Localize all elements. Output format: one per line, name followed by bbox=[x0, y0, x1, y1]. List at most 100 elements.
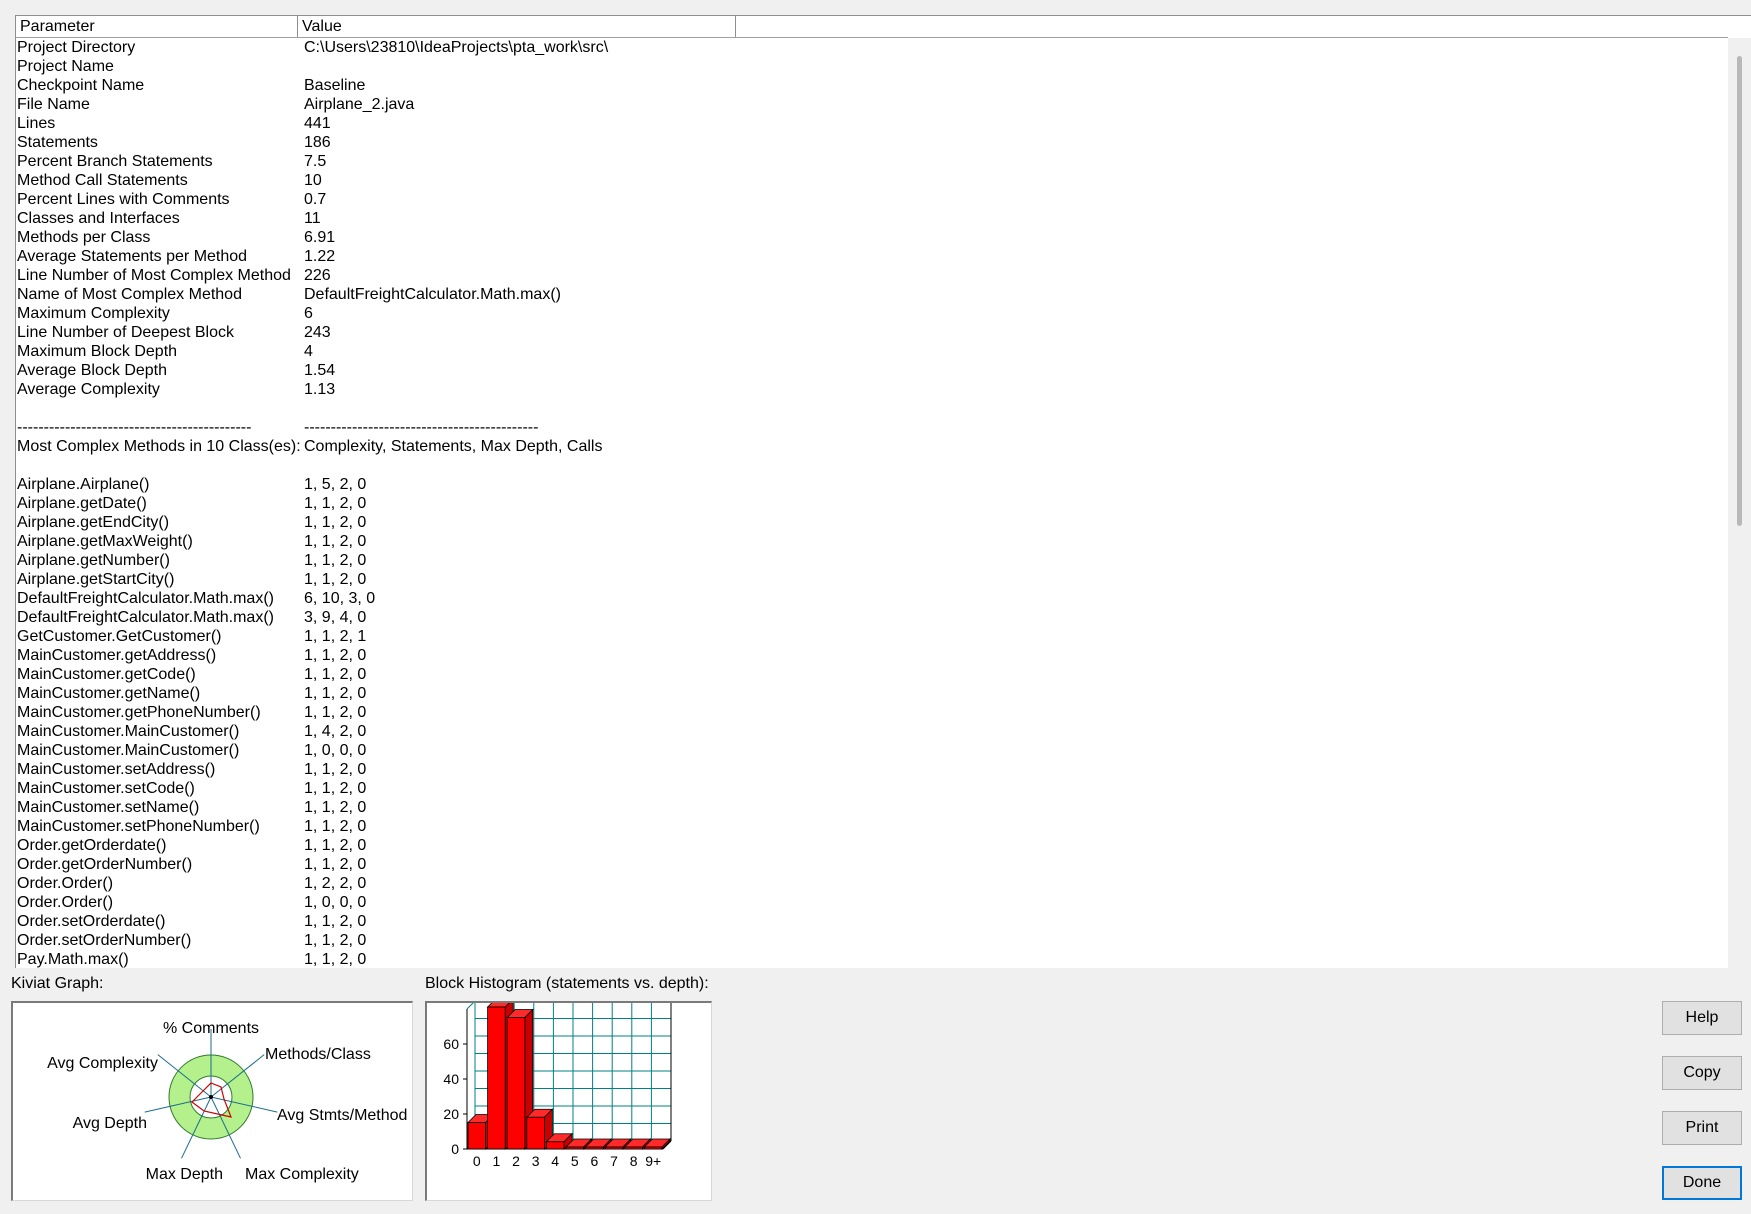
table-row[interactable]: Airplane.getNumber() 1, 1, 2, 0 bbox=[16, 551, 1728, 570]
histogram-svg: 02040600 1 2 3 4 5 6 7 8 9+ bbox=[443, 998, 672, 1169]
table-row[interactable]: Order.getOrderNumber() 1, 1, 2, 0 bbox=[16, 855, 1728, 874]
x-tick-label: 1 bbox=[493, 1153, 501, 1169]
table-row[interactable]: Order.setOrderdate() 1, 1, 2, 0 bbox=[16, 912, 1728, 931]
help-button[interactable]: Help bbox=[1662, 1001, 1742, 1035]
kiviat-axis-label: Avg Complexity bbox=[47, 1055, 158, 1072]
table-row[interactable]: Order.getOrderdate() 1, 1, 2, 0 bbox=[16, 836, 1728, 855]
table-row[interactable]: Order.setOrderNumber() 1, 1, 2, 0 bbox=[16, 931, 1728, 950]
table-row[interactable]: MainCustomer.setCode() 1, 1, 2, 0 bbox=[16, 779, 1728, 798]
table-row[interactable]: MainCustomer.getName() 1, 1, 2, 0 bbox=[16, 684, 1728, 703]
table-row[interactable]: Project Directory C:\Users\23810\IdeaProj… bbox=[16, 38, 1728, 57]
table-row[interactable]: Airplane.getStartCity() 1, 1, 2, 0 bbox=[16, 570, 1728, 589]
cell-value: 1, 1, 2, 0 bbox=[304, 666, 367, 683]
cell-parameter: Lines bbox=[17, 115, 56, 132]
cell-parameter: ----------------------------------------… bbox=[17, 419, 252, 436]
table-row[interactable]: ----------------------------------------… bbox=[16, 418, 1728, 437]
table-row[interactable]: Pay.Math.max() 1, 1, 2, 0 bbox=[16, 950, 1728, 968]
vertical-scrollbar[interactable] bbox=[1728, 38, 1751, 968]
kiviat-axis-label: Max Complexity bbox=[245, 1166, 359, 1183]
table-row[interactable]: Maximum Block Depth 4 bbox=[16, 342, 1728, 361]
kiviat-axis-label: Max Depth bbox=[146, 1166, 223, 1183]
cell-value: ----------------------------------------… bbox=[304, 419, 539, 436]
x-tick-label: 8 bbox=[630, 1153, 638, 1169]
cell-value: 1, 1, 2, 0 bbox=[304, 761, 367, 778]
table-row[interactable] bbox=[16, 456, 1728, 475]
table-row[interactable]: Average Complexity 1.13 bbox=[16, 380, 1728, 399]
table-row[interactable]: Airplane.getMaxWeight() 1, 1, 2, 0 bbox=[16, 532, 1728, 551]
table-row[interactable]: Airplane.getDate() 1, 1, 2, 0 bbox=[16, 494, 1728, 513]
cell-parameter: Project Directory bbox=[17, 39, 136, 56]
y-tick-label: 20 bbox=[443, 1106, 459, 1122]
bar bbox=[585, 1146, 604, 1150]
cell-parameter: Checkpoint Name bbox=[17, 77, 145, 94]
copy-button[interactable]: Copy bbox=[1662, 1056, 1742, 1090]
cell-value: 1, 1, 2, 0 bbox=[304, 932, 367, 949]
cell-parameter: Airplane.getEndCity() bbox=[17, 514, 170, 531]
cell-value: 1, 2, 2, 0 bbox=[304, 875, 367, 892]
cell-parameter: Percent Branch Statements bbox=[17, 153, 213, 170]
table-row[interactable] bbox=[16, 399, 1728, 418]
column-header-value[interactable]: Value bbox=[298, 16, 736, 37]
done-button[interactable]: Done bbox=[1662, 1166, 1742, 1200]
table-row[interactable]: Checkpoint Name Baseline bbox=[16, 76, 1728, 95]
scrollbar-thumb[interactable] bbox=[1737, 56, 1742, 526]
cell-parameter: Airplane.getStartCity() bbox=[17, 571, 175, 588]
table-row[interactable]: DefaultFreightCalculator.Math.max() 6, 10… bbox=[16, 589, 1728, 608]
cell-parameter: Order.getOrderdate() bbox=[17, 837, 167, 854]
x-tick-label: 5 bbox=[571, 1153, 579, 1169]
table-row[interactable]: GetCustomer.GetCustomer() 1, 1, 2, 1 bbox=[16, 627, 1728, 646]
table-row[interactable]: MainCustomer.setAddress() 1, 1, 2, 0 bbox=[16, 760, 1728, 779]
table-row[interactable]: Lines 441 bbox=[16, 114, 1728, 133]
cell-value: 1.22 bbox=[304, 248, 336, 265]
cell-value: 7.5 bbox=[304, 153, 327, 170]
table-row[interactable]: Order.Order() 1, 2, 2, 0 bbox=[16, 874, 1728, 893]
cell-parameter: MainCustomer.getAddress() bbox=[17, 647, 217, 664]
cell-parameter: Method Call Statements bbox=[17, 172, 188, 189]
table-row[interactable]: MainCustomer.getAddress() 1, 1, 2, 0 bbox=[16, 646, 1728, 665]
print-button[interactable]: Print bbox=[1662, 1111, 1742, 1145]
table-row[interactable]: Airplane.Airplane() 1, 5, 2, 0 bbox=[16, 475, 1728, 494]
table-row[interactable]: Line Number of Most Complex Method 226 bbox=[16, 266, 1728, 285]
cell-parameter: GetCustomer.GetCustomer() bbox=[17, 628, 222, 645]
cell-value: 1, 1, 2, 0 bbox=[304, 837, 367, 854]
x-tick-label: 7 bbox=[610, 1153, 618, 1169]
table-row[interactable]: File Name Airplane_2.java bbox=[16, 95, 1728, 114]
table-row[interactable]: Project Name bbox=[16, 57, 1728, 76]
cell-parameter: Airplane.Airplane() bbox=[17, 476, 150, 493]
cell-value: C:\Users\23810\IdeaProjects\pta_work\src… bbox=[304, 39, 609, 56]
table-row[interactable]: MainCustomer.setPhoneNumber() 1, 1, 2, 0 bbox=[16, 817, 1728, 836]
table-row[interactable]: MainCustomer.MainCustomer() 1, 0, 0, 0 bbox=[16, 741, 1728, 760]
table-row[interactable]: Average Statements per Method 1.22 bbox=[16, 247, 1728, 266]
table-row[interactable]: Classes and Interfaces 11 bbox=[16, 209, 1728, 228]
table-row[interactable]: Most Complex Methods in 10 Class(es): Com… bbox=[16, 437, 1728, 456]
table-row[interactable]: Average Block Depth 1.54 bbox=[16, 361, 1728, 380]
kiviat-axis-label: Avg Stmts/Method bbox=[277, 1107, 407, 1124]
table-row[interactable]: Percent Lines with Comments 0.7 bbox=[16, 190, 1728, 209]
cell-value: 11 bbox=[304, 210, 321, 227]
cell-value: 1, 1, 2, 1 bbox=[304, 628, 367, 645]
table-row[interactable]: Airplane.getEndCity() 1, 1, 2, 0 bbox=[16, 513, 1728, 532]
table-row[interactable]: MainCustomer.getPhoneNumber() 1, 1, 2, 0 bbox=[16, 703, 1728, 722]
cell-value: 1, 1, 2, 0 bbox=[304, 856, 367, 873]
cell-parameter: Order.Order() bbox=[17, 894, 114, 911]
column-header-parameter[interactable]: Parameter bbox=[16, 16, 298, 37]
table-row[interactable]: MainCustomer.getCode() 1, 1, 2, 0 bbox=[16, 665, 1728, 684]
table-row[interactable]: Statements 186 bbox=[16, 133, 1728, 152]
cell-parameter: Project Name bbox=[17, 58, 114, 75]
table-row[interactable]: MainCustomer.setName() 1, 1, 2, 0 bbox=[16, 798, 1728, 817]
block-histogram: 0 20 40 60 0 1 2 3 4 5 6 7 8 9+ bbox=[425, 998, 712, 1201]
y-tick-label: 0 bbox=[451, 1141, 459, 1157]
cell-value: 1, 1, 2, 0 bbox=[304, 799, 367, 816]
table-row[interactable]: Percent Branch Statements 7.5 bbox=[16, 152, 1728, 171]
table-row[interactable]: Name of Most Complex Method DefaultFreigh… bbox=[16, 285, 1728, 304]
table-row[interactable]: Order.Order() 1, 0, 0, 0 bbox=[16, 893, 1728, 912]
table-row[interactable]: DefaultFreightCalculator.Math.max() 3, 9,… bbox=[16, 608, 1728, 627]
metrics-table[interactable]: Parameter Value Project Directory C:\User… bbox=[15, 15, 1751, 968]
table-row[interactable]: MainCustomer.MainCustomer() 1, 4, 2, 0 bbox=[16, 722, 1728, 741]
table-row[interactable]: Methods per Class 6.91 bbox=[16, 228, 1728, 247]
table-row[interactable]: Maximum Complexity 6 bbox=[16, 304, 1728, 323]
cell-parameter: Order.setOrderNumber() bbox=[17, 932, 192, 949]
cell-parameter: Order.setOrderdate() bbox=[17, 913, 166, 930]
table-row[interactable]: Method Call Statements 10 bbox=[16, 171, 1728, 190]
table-row[interactable]: Line Number of Deepest Block 243 bbox=[16, 323, 1728, 342]
